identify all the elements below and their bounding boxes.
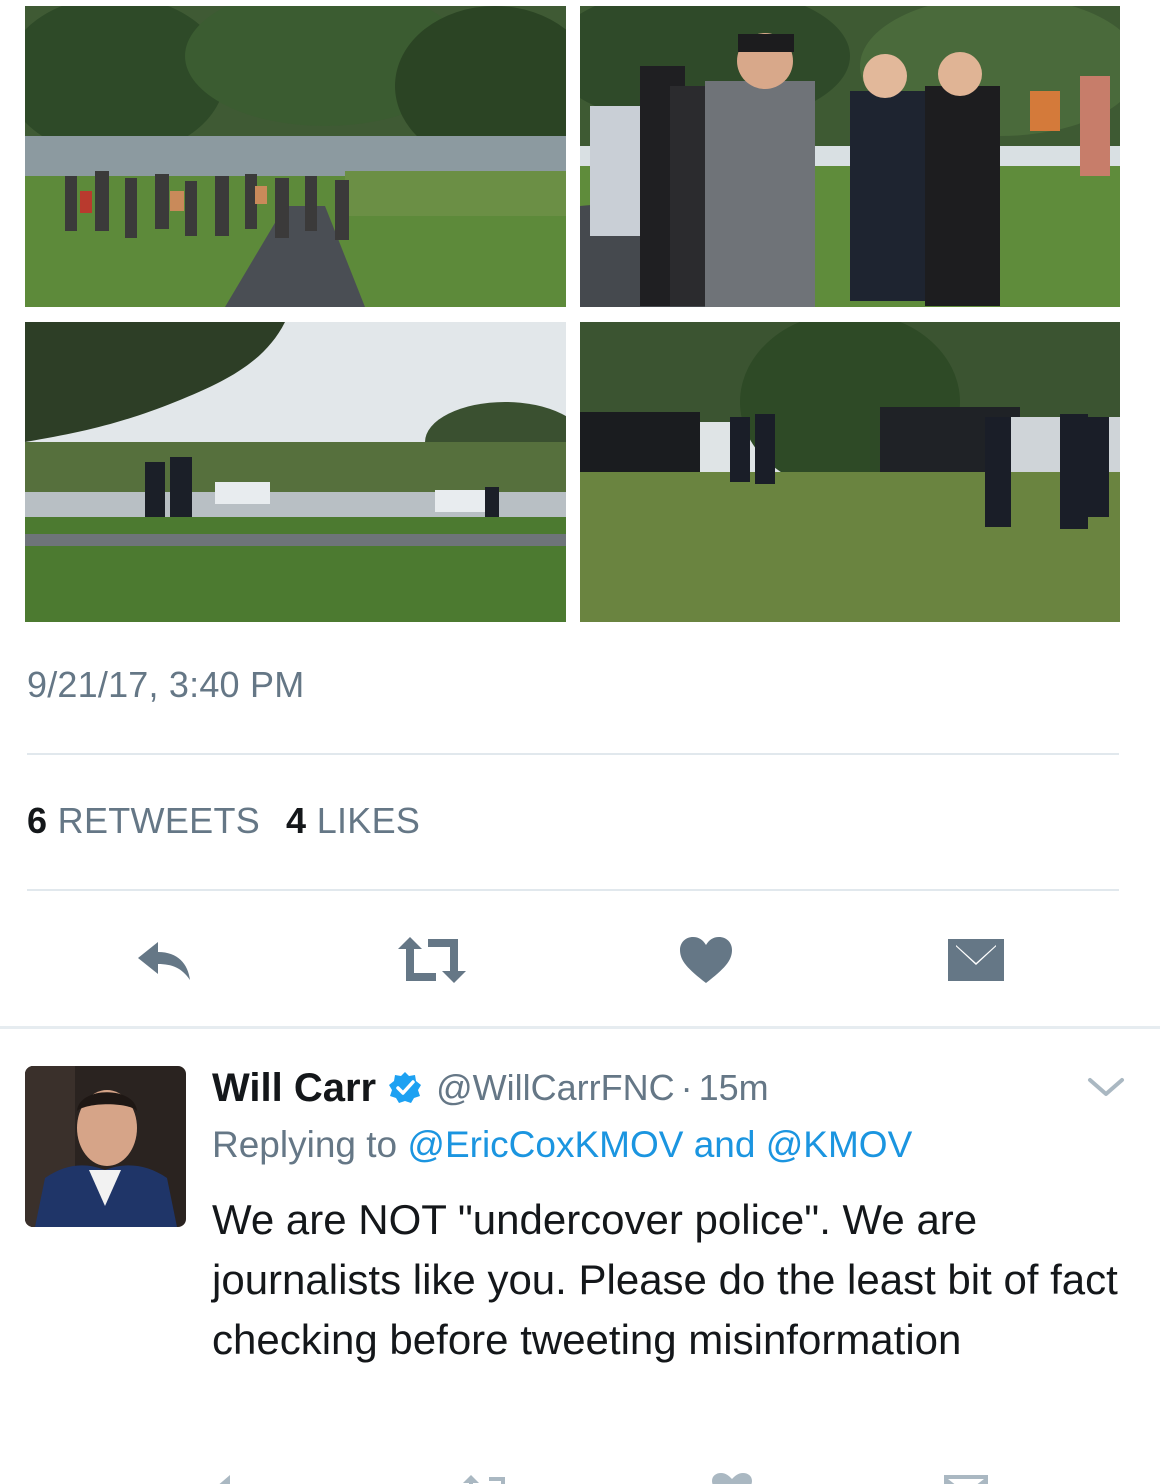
likes-count: 4 <box>286 800 307 841</box>
tweet-photo-3[interactable] <box>25 322 566 622</box>
tweet-photo-4[interactable] <box>580 322 1120 622</box>
divider <box>27 889 1119 891</box>
reply-action-bar <box>0 1464 1160 1484</box>
replying-prefix: Replying to <box>212 1124 398 1165</box>
retweets-label: RETWEETS <box>57 800 261 841</box>
tweet-action-bar <box>0 925 1160 995</box>
reply-icon <box>219 1475 230 1484</box>
heart-icon <box>680 937 732 983</box>
direct-message-button[interactable] <box>936 925 1016 995</box>
like-button[interactable] <box>666 925 746 995</box>
separator-dot: · <box>680 1067 693 1108</box>
like-button[interactable] <box>692 1468 772 1484</box>
mention-link[interactable]: @EricCoxKMOV <box>407 1124 683 1165</box>
verified-badge-icon <box>388 1071 422 1105</box>
replying-and: and <box>693 1124 756 1165</box>
reply-text: We are NOT "undercover police". We are j… <box>212 1196 1118 1363</box>
retweet-icon <box>463 1475 505 1484</box>
avatar[interactable] <box>25 1066 186 1227</box>
reply-icon <box>138 942 190 980</box>
retweets-stat[interactable]: 6 RETWEETS <box>27 800 260 841</box>
retweet-button[interactable] <box>392 925 472 995</box>
author-handle[interactable]: @WillCarrFNC <box>436 1067 675 1109</box>
tweet-photo-grid <box>25 6 1120 622</box>
more-options-button[interactable] <box>1086 1072 1126 1102</box>
retweets-count: 6 <box>27 800 48 841</box>
tweet-timestamp[interactable]: 9/21/17, 3:40 PM <box>27 664 304 706</box>
heart-icon <box>712 1473 752 1484</box>
envelope-icon <box>948 939 1004 981</box>
reply-time[interactable]: 15m <box>699 1067 769 1109</box>
reply-header: Will Carr @WillCarrFNC · 15m <box>212 1060 769 1116</box>
divider <box>27 753 1119 755</box>
envelope-icon <box>944 1475 988 1484</box>
mention-link[interactable]: @KMOV <box>766 1124 913 1165</box>
retweet-icon <box>398 937 466 983</box>
reply-button[interactable] <box>194 1468 274 1484</box>
section-separator <box>0 1026 1160 1029</box>
likes-stat[interactable]: 4 LIKES <box>286 800 420 841</box>
likes-label: LIKES <box>316 800 421 841</box>
replying-to-line: Replying to @EricCoxKMOV and @KMOV <box>212 1124 912 1166</box>
reply-button[interactable] <box>124 925 204 995</box>
retweet-button[interactable] <box>444 1468 524 1484</box>
author-name[interactable]: Will Carr <box>212 1066 376 1111</box>
tweet-photo-1[interactable] <box>25 6 566 307</box>
tweet-photo-2[interactable] <box>580 6 1120 307</box>
chevron-down-icon <box>1088 1078 1124 1096</box>
tweet-stats: 6 RETWEETS 4 LIKES <box>27 800 420 842</box>
direct-message-button[interactable] <box>926 1468 1006 1484</box>
